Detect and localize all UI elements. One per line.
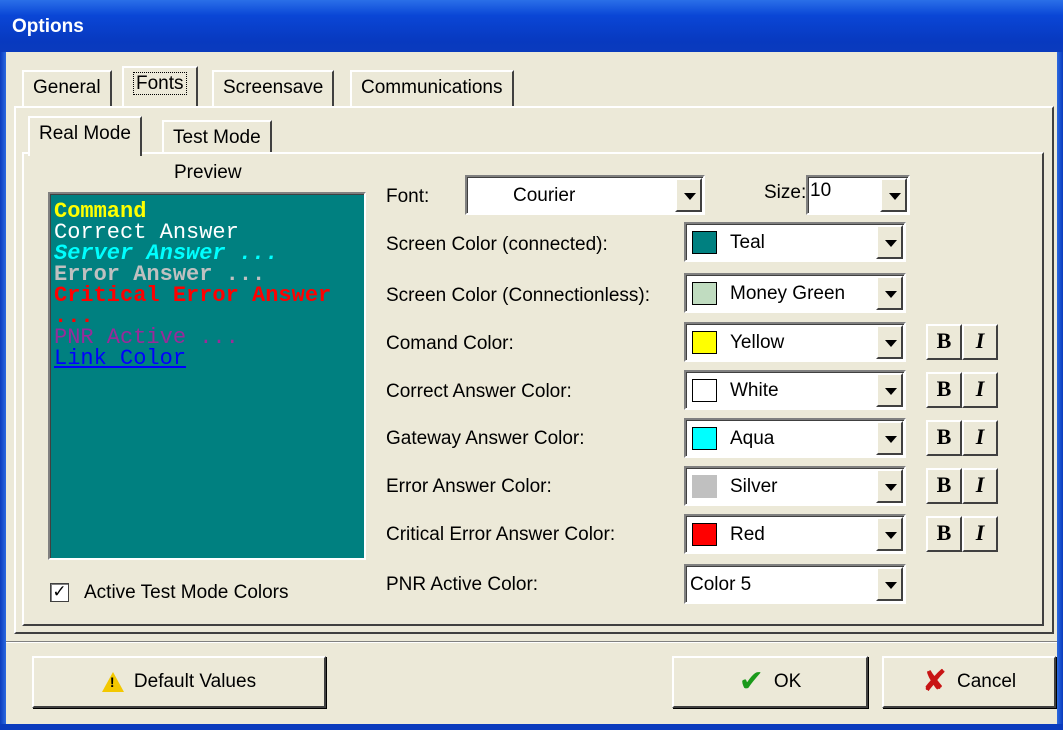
color-swatch: [692, 523, 717, 546]
gateway-color-label: Gateway Answer Color:: [386, 428, 585, 449]
preview-command-line: Command: [54, 201, 147, 222]
tab-general[interactable]: General: [22, 70, 112, 108]
check-icon: ✔: [738, 665, 764, 698]
tab-screensave[interactable]: Screensave: [212, 70, 335, 108]
window-title: Options: [12, 16, 84, 37]
critical-italic-button[interactable]: I: [962, 516, 998, 552]
close-icon: ✘: [921, 665, 947, 698]
pnr-color-select[interactable]: Color 5: [684, 564, 906, 604]
color-swatch: [692, 379, 717, 402]
critical-bold-button[interactable]: B: [926, 516, 962, 552]
ok-button[interactable]: ✔ OK: [672, 656, 868, 708]
critical-color-value: Red: [730, 524, 765, 545]
preview-link-line: Link Color: [54, 348, 187, 369]
title-bar[interactable]: Options: [0, 0, 1063, 52]
separator: [6, 641, 1057, 643]
error-italic-button[interactable]: I: [962, 468, 998, 504]
size-select[interactable]: 10: [806, 175, 910, 215]
cancel-label: Cancel: [956, 671, 1017, 692]
preview-box: Command Correct Answer Server Answer ...…: [48, 192, 366, 560]
correct-color-select[interactable]: White: [684, 370, 906, 410]
preview-critical-line: Critical Error Answer ...: [54, 285, 332, 327]
default-values-button[interactable]: Default Values: [32, 656, 326, 708]
chevron-down-icon[interactable]: [675, 178, 702, 212]
gateway-color-value: Aqua: [730, 428, 775, 449]
screen-connected-value: Teal: [730, 232, 765, 253]
tab-fonts[interactable]: Fonts: [122, 66, 198, 106]
command-italic-button[interactable]: I: [962, 324, 998, 360]
chevron-down-icon[interactable]: [876, 276, 903, 310]
gateway-color-select[interactable]: Aqua: [684, 418, 906, 458]
color-swatch: [692, 427, 717, 450]
error-color-label: Error Answer Color:: [386, 476, 552, 497]
correct-bold-button[interactable]: B: [926, 372, 962, 408]
screen-connected-label: Screen Color (connected):: [386, 234, 608, 255]
active-test-mode-label: Active Test Mode Colors: [84, 582, 289, 603]
gateway-italic-button[interactable]: I: [962, 420, 998, 456]
color-swatch: [692, 475, 717, 498]
ok-label: OK: [773, 671, 802, 692]
size-label: Size:: [764, 182, 807, 203]
chevron-down-icon[interactable]: [880, 178, 907, 212]
chevron-down-icon[interactable]: [876, 567, 903, 601]
critical-color-label: Critical Error Answer Color:: [386, 524, 616, 545]
correct-color-value: White: [730, 380, 779, 401]
error-color-select[interactable]: Silver: [684, 466, 906, 506]
chevron-down-icon[interactable]: [876, 517, 903, 551]
font-label: Font:: [386, 186, 430, 207]
gateway-bold-button[interactable]: B: [926, 420, 962, 456]
screen-connected-select[interactable]: Teal: [684, 222, 906, 262]
warning-icon: [101, 672, 124, 692]
screen-connectionless-select[interactable]: Money Green: [684, 273, 906, 313]
font-select[interactable]: Courier: [465, 175, 705, 215]
tab-communications[interactable]: Communications: [350, 70, 514, 108]
font-select-value: Courier: [513, 185, 576, 206]
chevron-down-icon[interactable]: [876, 469, 903, 503]
critical-color-select[interactable]: Red: [684, 514, 906, 554]
window-frame-right: [1057, 52, 1063, 730]
cancel-button[interactable]: ✘ Cancel: [882, 656, 1056, 708]
chevron-down-icon[interactable]: [876, 373, 903, 407]
window-frame-left: [0, 52, 6, 730]
preview-heading: Preview: [174, 162, 242, 183]
command-color-select[interactable]: Yellow: [684, 322, 906, 362]
chevron-down-icon[interactable]: [876, 325, 903, 359]
active-test-mode-checkbox[interactable]: ✓: [50, 583, 69, 602]
command-bold-button[interactable]: B: [926, 324, 962, 360]
error-bold-button[interactable]: B: [926, 468, 962, 504]
subtab-real-mode[interactable]: Real Mode: [28, 116, 142, 156]
preview-pnr-line: PNR Active ...: [54, 327, 239, 348]
preview-error-line: Error Answer ...: [54, 264, 266, 285]
color-swatch: [692, 231, 717, 254]
pnr-color-value: Color 5: [690, 574, 752, 595]
error-color-value: Silver: [730, 476, 778, 497]
size-select-value: 10: [810, 180, 832, 201]
preview-server-line: Server Answer ...: [54, 243, 279, 264]
correct-italic-button[interactable]: I: [962, 372, 998, 408]
default-values-label: Default Values: [133, 671, 257, 692]
color-swatch: [692, 282, 717, 305]
chevron-down-icon[interactable]: [876, 225, 903, 259]
command-color-label: Comand Color:: [386, 333, 514, 354]
correct-color-label: Correct Answer Color:: [386, 381, 572, 402]
color-swatch: [692, 331, 717, 354]
command-color-value: Yellow: [730, 332, 785, 353]
pnr-color-label: PNR Active Color:: [386, 574, 539, 595]
chevron-down-icon[interactable]: [876, 421, 903, 455]
preview-correct-line: Correct Answer: [54, 222, 239, 243]
screen-connectionless-value: Money Green: [730, 283, 846, 304]
window-frame-bottom: [0, 724, 1063, 730]
screen-connectionless-label: Screen Color (Connectionless):: [386, 285, 651, 306]
